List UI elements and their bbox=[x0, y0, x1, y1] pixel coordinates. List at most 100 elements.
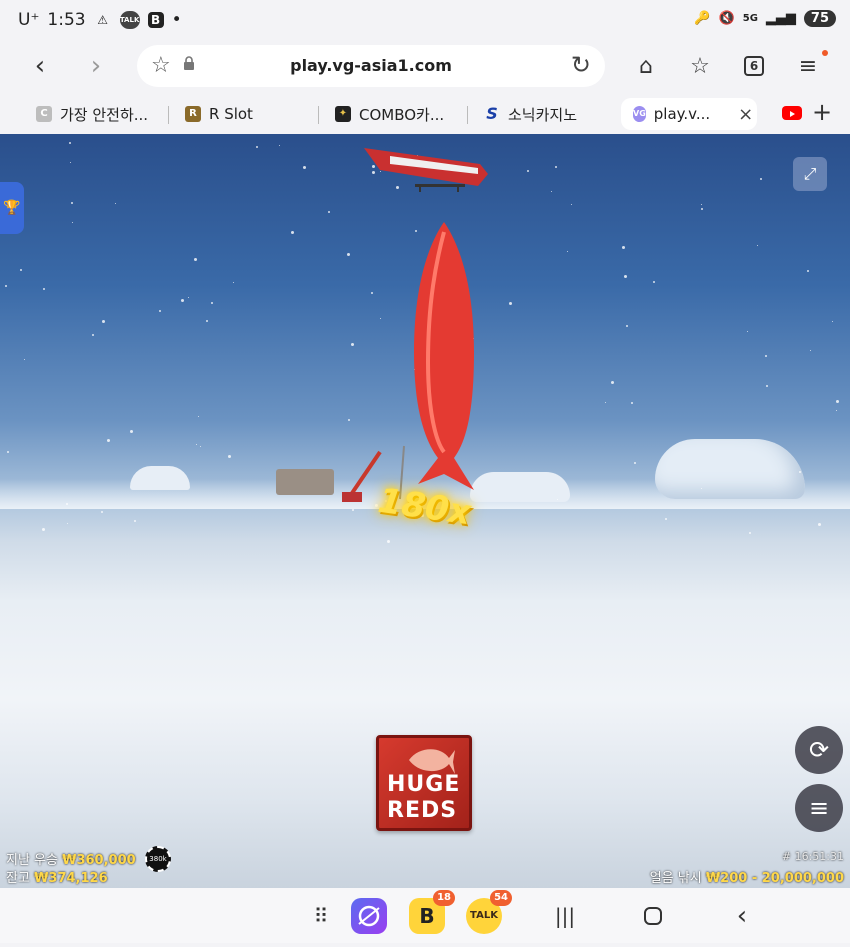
last-win-row: 지난 우승 ₩360,000 bbox=[6, 849, 136, 868]
home-icon bbox=[644, 907, 662, 925]
tab-favicon: VG bbox=[633, 106, 646, 122]
fullscreen-button[interactable]: ⤢ bbox=[793, 157, 827, 191]
snowflake bbox=[836, 410, 837, 411]
tabs-button[interactable]: 6 bbox=[736, 48, 772, 84]
snowflake bbox=[188, 297, 189, 298]
tab-favicon: C bbox=[36, 106, 52, 122]
snowflake bbox=[72, 222, 73, 223]
trophy-tab-button[interactable]: 🏆 bbox=[0, 182, 24, 234]
kakaotalk-notification-icon: TALK bbox=[119, 11, 140, 29]
ice-block bbox=[470, 472, 570, 502]
tab-4[interactable]: S 소닉카지노 bbox=[484, 98, 577, 130]
snowflake bbox=[567, 251, 568, 252]
snowflake bbox=[760, 178, 762, 180]
snowflake bbox=[622, 246, 625, 249]
tab-title: 소닉카지노 bbox=[508, 105, 578, 124]
tab-3[interactable]: ✦ COMBO카... bbox=[335, 98, 444, 130]
b-app-icon: B 18 bbox=[409, 890, 455, 934]
recents-button[interactable]: ||| bbox=[553, 898, 577, 934]
snowflake bbox=[20, 269, 22, 271]
back-button[interactable]: ‹ bbox=[22, 48, 58, 84]
tab-2[interactable]: R R Slot bbox=[185, 98, 253, 130]
snowflake bbox=[43, 288, 45, 290]
network-label: 5G bbox=[742, 13, 758, 24]
snowflake bbox=[303, 166, 306, 169]
b-app-badge: 18 bbox=[433, 890, 455, 906]
snowflake bbox=[387, 540, 390, 543]
game-menu-button[interactable]: ≡ bbox=[795, 784, 843, 832]
snowflake bbox=[181, 299, 184, 302]
forward-button[interactable]: › bbox=[78, 48, 114, 84]
last-win-value: ₩360,000 bbox=[62, 853, 136, 868]
game-name: 얼음 낚시 bbox=[649, 871, 702, 886]
autoplay-button[interactable]: ⟳ bbox=[795, 726, 843, 774]
system-nav-bar: ⠿ B 18 TALK 54 ||| ‹ bbox=[0, 888, 850, 943]
snowflake bbox=[102, 320, 105, 323]
snowflake bbox=[571, 204, 572, 205]
home-nav-button[interactable] bbox=[641, 898, 665, 934]
balance-label: 잔고 bbox=[6, 871, 30, 886]
chip-icon: 380k bbox=[145, 846, 171, 872]
snowflake bbox=[5, 285, 7, 287]
snowflake bbox=[206, 320, 208, 322]
snowflake bbox=[159, 310, 161, 312]
snowflake bbox=[92, 334, 94, 336]
close-tab-icon[interactable]: × bbox=[738, 104, 753, 125]
samsung-internet-app[interactable] bbox=[351, 898, 387, 934]
snowflake bbox=[67, 523, 68, 524]
bet-range: ₩200 - 20,000,000 bbox=[705, 871, 844, 886]
snowflake bbox=[380, 318, 381, 319]
system-back-button[interactable]: ‹ bbox=[730, 898, 754, 934]
red-fish bbox=[414, 222, 474, 490]
snowflake bbox=[765, 355, 767, 357]
reload-icon[interactable]: ↻ bbox=[571, 51, 591, 79]
tab-5-active[interactable]: VG play.v... × bbox=[621, 98, 757, 130]
kakaotalk-app[interactable]: TALK 54 bbox=[466, 890, 512, 934]
snowflake bbox=[70, 162, 71, 163]
snowflake bbox=[631, 402, 633, 404]
b-app[interactable]: B 18 bbox=[409, 890, 455, 934]
tab-favicon: S bbox=[486, 104, 498, 123]
tab-divider bbox=[467, 106, 468, 124]
snowflake bbox=[757, 245, 758, 246]
snowflake bbox=[196, 444, 197, 445]
snowflake bbox=[653, 281, 655, 283]
tab-favicon: ✦ bbox=[335, 106, 351, 122]
url-text: play.vg-asia1.com bbox=[290, 56, 452, 75]
snowflake bbox=[749, 532, 751, 534]
snowflake bbox=[7, 451, 9, 453]
snowflake bbox=[701, 204, 702, 205]
browser-toolbar: ‹ › ☆ play.vg-asia1.com ↻ ⌂ ☆ 6 ≡ bbox=[0, 42, 850, 90]
address-bar[interactable]: ☆ play.vg-asia1.com ↻ bbox=[137, 45, 605, 87]
tab-1[interactable]: C 가장 안전하... bbox=[36, 98, 148, 130]
snowflake bbox=[509, 302, 512, 305]
game-canvas[interactable]: 180x ⤢ 🏆 HUGE REDS ⟳ ≡ 지난 우승 ₩360,000 38… bbox=[0, 134, 850, 888]
snowflake bbox=[624, 275, 627, 278]
snowflake bbox=[24, 359, 25, 360]
snowflake bbox=[527, 170, 529, 172]
snowflake bbox=[555, 166, 557, 168]
new-tab-button[interactable]: + bbox=[812, 98, 832, 126]
tab-count: 6 bbox=[744, 56, 764, 76]
status-bar: U⁺ 1:53 ⚠ TALK B • 🔑 🔇 5G ▂▄▆ 75 bbox=[0, 0, 850, 42]
home-button[interactable]: ⌂ bbox=[628, 48, 664, 84]
kakaotalk-badge: 54 bbox=[490, 890, 512, 906]
clock: 1:53 bbox=[47, 10, 86, 30]
last-win-label: 지난 우승 bbox=[6, 853, 58, 868]
snowflake bbox=[42, 528, 45, 531]
youtube-tab-icon[interactable] bbox=[782, 106, 802, 120]
bookmarks-button[interactable]: ☆ bbox=[682, 48, 718, 84]
snowflake bbox=[134, 520, 136, 522]
app-drawer-icon[interactable]: ⠿ bbox=[306, 898, 336, 934]
snowflake bbox=[107, 439, 110, 442]
snowflake bbox=[810, 350, 811, 351]
snowflake bbox=[701, 208, 703, 210]
snowflake bbox=[279, 145, 280, 146]
snowflake bbox=[351, 343, 354, 346]
tab-title: play.v... bbox=[653, 105, 711, 123]
snowflake bbox=[605, 402, 606, 403]
snowflake bbox=[557, 499, 558, 500]
menu-notification-dot bbox=[822, 50, 828, 56]
snowflake bbox=[200, 446, 201, 447]
menu-button[interactable]: ≡ bbox=[790, 48, 828, 84]
